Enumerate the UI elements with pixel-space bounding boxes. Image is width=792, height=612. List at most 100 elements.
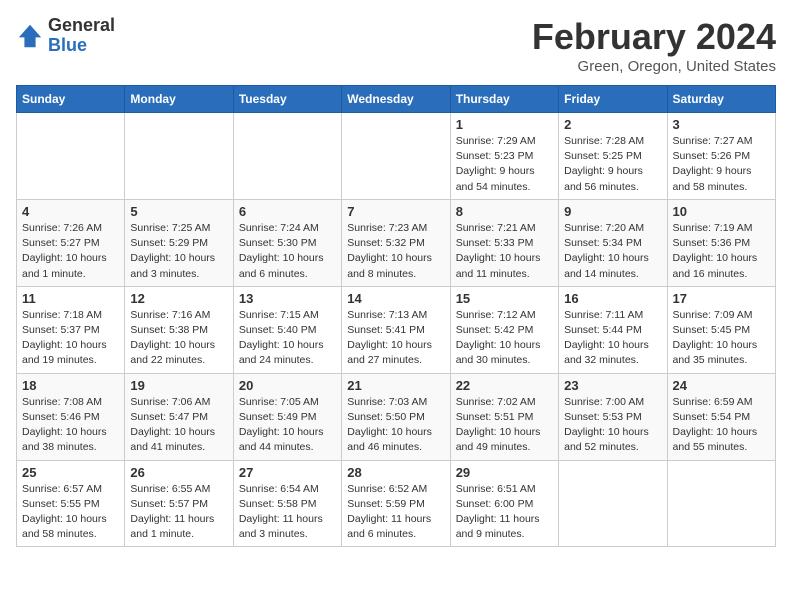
day-number: 5: [130, 204, 227, 219]
day-info: Sunrise: 7:28 AMSunset: 5:25 PMDaylight:…: [564, 134, 661, 195]
calendar-cell: 24 Sunrise: 6:59 AMSunset: 5:54 PMDayligh…: [667, 373, 775, 460]
calendar-cell: 26Sunrise: 6:55 AMSunset: 5:57 PMDayligh…: [125, 460, 233, 547]
calendar-week-3: 18 Sunrise: 7:08 AMSunset: 5:46 PMDayligh…: [17, 373, 776, 460]
day-number: 15: [456, 291, 553, 306]
calendar-cell: 7 Sunrise: 7:23 AMSunset: 5:32 PMDaylight…: [342, 199, 450, 286]
day-header-saturday: Saturday: [667, 86, 775, 113]
day-info: Sunrise: 7:11 AMSunset: 5:44 PMDaylight:…: [564, 308, 661, 369]
day-number: 13: [239, 291, 336, 306]
calendar-cell: 5 Sunrise: 7:25 AMSunset: 5:29 PMDaylight…: [125, 199, 233, 286]
calendar-cell: 16Sunrise: 7:11 AMSunset: 5:44 PMDayligh…: [559, 286, 667, 373]
logo-blue: Blue: [48, 35, 87, 55]
calendar-cell: 27 Sunrise: 6:54 AMSunset: 5:58 PMDayligh…: [233, 460, 341, 547]
calendar-cell: [342, 113, 450, 200]
title-block: February 2024 Green, Oregon, United Stat…: [532, 16, 776, 75]
calendar-cell: 28 Sunrise: 6:52 AMSunset: 5:59 PMDayligh…: [342, 460, 450, 547]
calendar-cell: 14 Sunrise: 7:13 AMSunset: 5:41 PMDayligh…: [342, 286, 450, 373]
calendar-cell: 17Sunrise: 7:09 AMSunset: 5:45 PMDayligh…: [667, 286, 775, 373]
day-number: 7: [347, 204, 444, 219]
logo-icon: [16, 22, 44, 50]
day-number: 23: [564, 378, 661, 393]
day-header-wednesday: Wednesday: [342, 86, 450, 113]
calendar-cell: 11 Sunrise: 7:18 AMSunset: 5:37 PMDayligh…: [17, 286, 125, 373]
day-info: Sunrise: 6:51 AMSunset: 6:00 PMDaylight:…: [456, 482, 553, 543]
day-info: Sunrise: 7:08 AMSunset: 5:46 PMDaylight:…: [22, 395, 119, 456]
day-number: 22: [456, 378, 553, 393]
calendar-week-1: 4 Sunrise: 7:26 AMSunset: 5:27 PMDaylight…: [17, 199, 776, 286]
day-info: Sunrise: 7:13 AMSunset: 5:41 PMDaylight:…: [347, 308, 444, 369]
calendar-cell: [667, 460, 775, 547]
day-header-friday: Friday: [559, 86, 667, 113]
calendar-cell: 1 Sunrise: 7:29 AMSunset: 5:23 PMDaylight…: [450, 113, 558, 200]
calendar-week-2: 11 Sunrise: 7:18 AMSunset: 5:37 PMDayligh…: [17, 286, 776, 373]
day-info: Sunrise: 7:03 AMSunset: 5:50 PMDaylight:…: [347, 395, 444, 456]
day-number: 10: [673, 204, 770, 219]
day-info: Sunrise: 7:15 AMSunset: 5:40 PMDaylight:…: [239, 308, 336, 369]
day-info: Sunrise: 7:16 AMSunset: 5:38 PMDaylight:…: [130, 308, 227, 369]
day-number: 27: [239, 465, 336, 480]
calendar-cell: [559, 460, 667, 547]
day-number: 3: [673, 117, 770, 132]
day-info: Sunrise: 6:59 AMSunset: 5:54 PMDaylight:…: [673, 395, 770, 456]
calendar-cell: 2 Sunrise: 7:28 AMSunset: 5:25 PMDaylight…: [559, 113, 667, 200]
calendar-cell: 13 Sunrise: 7:15 AMSunset: 5:40 PMDayligh…: [233, 286, 341, 373]
calendar-cell: [233, 113, 341, 200]
month-title: February 2024: [532, 16, 776, 58]
calendar-cell: 21 Sunrise: 7:03 AMSunset: 5:50 PMDayligh…: [342, 373, 450, 460]
day-number: 8: [456, 204, 553, 219]
day-info: Sunrise: 7:24 AMSunset: 5:30 PMDaylight:…: [239, 221, 336, 282]
location: Green, Oregon, United States: [532, 58, 776, 75]
calendar-cell: 22 Sunrise: 7:02 AMSunset: 5:51 PMDayligh…: [450, 373, 558, 460]
day-number: 9: [564, 204, 661, 219]
logo: General Blue: [16, 16, 115, 56]
calendar-cell: 29 Sunrise: 6:51 AMSunset: 6:00 PMDayligh…: [450, 460, 558, 547]
day-number: 19: [130, 378, 227, 393]
calendar-table: SundayMondayTuesdayWednesdayThursdayFrid…: [16, 85, 776, 547]
calendar-cell: 20Sunrise: 7:05 AMSunset: 5:49 PMDayligh…: [233, 373, 341, 460]
day-header-tuesday: Tuesday: [233, 86, 341, 113]
day-info: Sunrise: 6:52 AMSunset: 5:59 PMDaylight:…: [347, 482, 444, 543]
day-info: Sunrise: 7:25 AMSunset: 5:29 PMDaylight:…: [130, 221, 227, 282]
calendar-cell: 3 Sunrise: 7:27 AMSunset: 5:26 PMDaylight…: [667, 113, 775, 200]
day-info: Sunrise: 6:57 AMSunset: 5:55 PMDaylight:…: [22, 482, 119, 543]
day-number: 12: [130, 291, 227, 306]
day-number: 1: [456, 117, 553, 132]
day-info: Sunrise: 7:06 AMSunset: 5:47 PMDaylight:…: [130, 395, 227, 456]
day-number: 4: [22, 204, 119, 219]
day-info: Sunrise: 7:27 AMSunset: 5:26 PMDaylight:…: [673, 134, 770, 195]
day-info: Sunrise: 7:26 AMSunset: 5:27 PMDaylight:…: [22, 221, 119, 282]
calendar-cell: 15Sunrise: 7:12 AMSunset: 5:42 PMDayligh…: [450, 286, 558, 373]
calendar-week-4: 25Sunrise: 6:57 AMSunset: 5:55 PMDayligh…: [17, 460, 776, 547]
logo-general: General: [48, 15, 115, 35]
calendar-cell: 9 Sunrise: 7:20 AMSunset: 5:34 PMDaylight…: [559, 199, 667, 286]
day-number: 29: [456, 465, 553, 480]
calendar-cell: 10 Sunrise: 7:19 AMSunset: 5:36 PMDayligh…: [667, 199, 775, 286]
day-number: 11: [22, 291, 119, 306]
calendar-cell: [125, 113, 233, 200]
day-number: 24: [673, 378, 770, 393]
day-header-thursday: Thursday: [450, 86, 558, 113]
day-info: Sunrise: 7:20 AMSunset: 5:34 PMDaylight:…: [564, 221, 661, 282]
day-number: 26: [130, 465, 227, 480]
calendar-header-row: SundayMondayTuesdayWednesdayThursdayFrid…: [17, 86, 776, 113]
day-number: 2: [564, 117, 661, 132]
day-number: 18: [22, 378, 119, 393]
day-number: 17: [673, 291, 770, 306]
calendar-cell: 19 Sunrise: 7:06 AMSunset: 5:47 PMDayligh…: [125, 373, 233, 460]
day-header-sunday: Sunday: [17, 86, 125, 113]
day-info: Sunrise: 7:05 AMSunset: 5:49 PMDaylight:…: [239, 395, 336, 456]
calendar-cell: 4 Sunrise: 7:26 AMSunset: 5:27 PMDaylight…: [17, 199, 125, 286]
day-info: Sunrise: 7:23 AMSunset: 5:32 PMDaylight:…: [347, 221, 444, 282]
day-info: Sunrise: 6:54 AMSunset: 5:58 PMDaylight:…: [239, 482, 336, 543]
day-number: 21: [347, 378, 444, 393]
page-header: General Blue February 2024 Green, Oregon…: [16, 16, 776, 75]
day-header-monday: Monday: [125, 86, 233, 113]
day-info: Sunrise: 7:21 AMSunset: 5:33 PMDaylight:…: [456, 221, 553, 282]
calendar-cell: [17, 113, 125, 200]
day-info: Sunrise: 7:19 AMSunset: 5:36 PMDaylight:…: [673, 221, 770, 282]
day-number: 28: [347, 465, 444, 480]
day-number: 14: [347, 291, 444, 306]
day-info: Sunrise: 7:29 AMSunset: 5:23 PMDaylight:…: [456, 134, 553, 195]
day-info: Sunrise: 7:02 AMSunset: 5:51 PMDaylight:…: [456, 395, 553, 456]
day-info: Sunrise: 7:18 AMSunset: 5:37 PMDaylight:…: [22, 308, 119, 369]
